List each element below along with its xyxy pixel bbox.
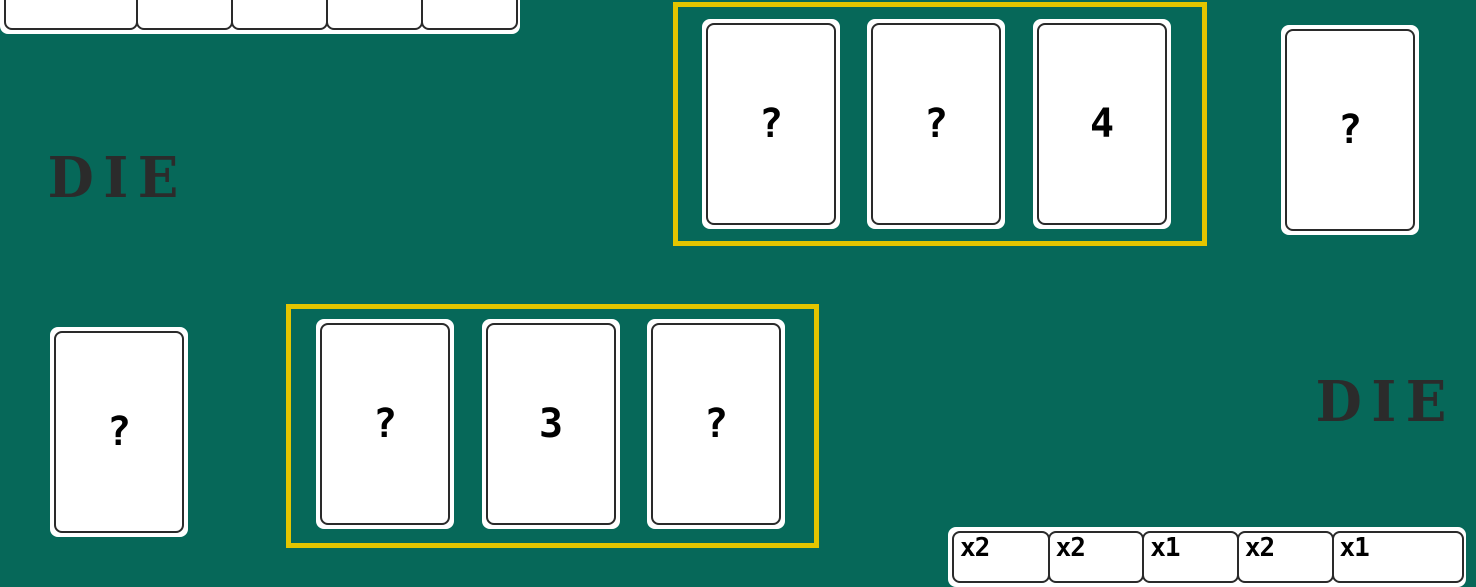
opponent-hand-slot[interactable] — [4, 0, 138, 30]
player-row-card[interactable]: ? — [647, 319, 785, 529]
opponent-hand-slot[interactable] — [421, 0, 518, 30]
card-face: ? — [320, 323, 450, 525]
card-value: ? — [106, 409, 132, 455]
card-value: ? — [758, 101, 784, 147]
player-hand-slot[interactable]: x1 — [1331, 531, 1464, 583]
card-face: 4 — [1037, 23, 1167, 225]
player-hand-tray: x2 x2 x1 x2 x1 — [948, 527, 1466, 587]
opponent-single-card[interactable]: ? — [1281, 25, 1419, 235]
opponent-hand-tray — [0, 0, 520, 34]
card-value: 4 — [1089, 101, 1115, 147]
opponent-hand-slot[interactable] — [326, 0, 423, 30]
player-hand-slot[interactable]: x1 — [1142, 531, 1239, 583]
opponent-row-card[interactable]: ? — [867, 19, 1005, 229]
card-value: ? — [372, 401, 398, 447]
opponent-row-card[interactable]: ? — [702, 19, 840, 229]
opponent-hand-slot[interactable] — [136, 0, 233, 30]
player-hand-slot[interactable]: x2 — [952, 531, 1050, 583]
card-value: ? — [1337, 107, 1363, 153]
player-status-label: DIE — [1315, 369, 1456, 435]
card-face: 3 — [486, 323, 616, 525]
player-hand-slot[interactable]: x2 — [1236, 531, 1334, 583]
card-face: ? — [54, 331, 184, 533]
player-hand-slot[interactable]: x2 — [1047, 531, 1145, 583]
card-value: 3 — [538, 401, 564, 447]
opponent-row-card[interactable]: 4 — [1033, 19, 1171, 229]
card-value: ? — [703, 401, 729, 447]
card-face: ? — [706, 23, 836, 225]
opponent-hand-slot[interactable] — [231, 0, 328, 30]
player-row-card[interactable]: 3 — [482, 319, 620, 529]
card-value: ? — [923, 101, 949, 147]
card-face: ? — [651, 323, 781, 525]
player-single-card[interactable]: ? — [50, 327, 188, 537]
player-row-card[interactable]: ? — [316, 319, 454, 529]
card-face: ? — [871, 23, 1001, 225]
opponent-status-label: DIE — [47, 145, 188, 211]
card-face: ? — [1285, 29, 1415, 231]
